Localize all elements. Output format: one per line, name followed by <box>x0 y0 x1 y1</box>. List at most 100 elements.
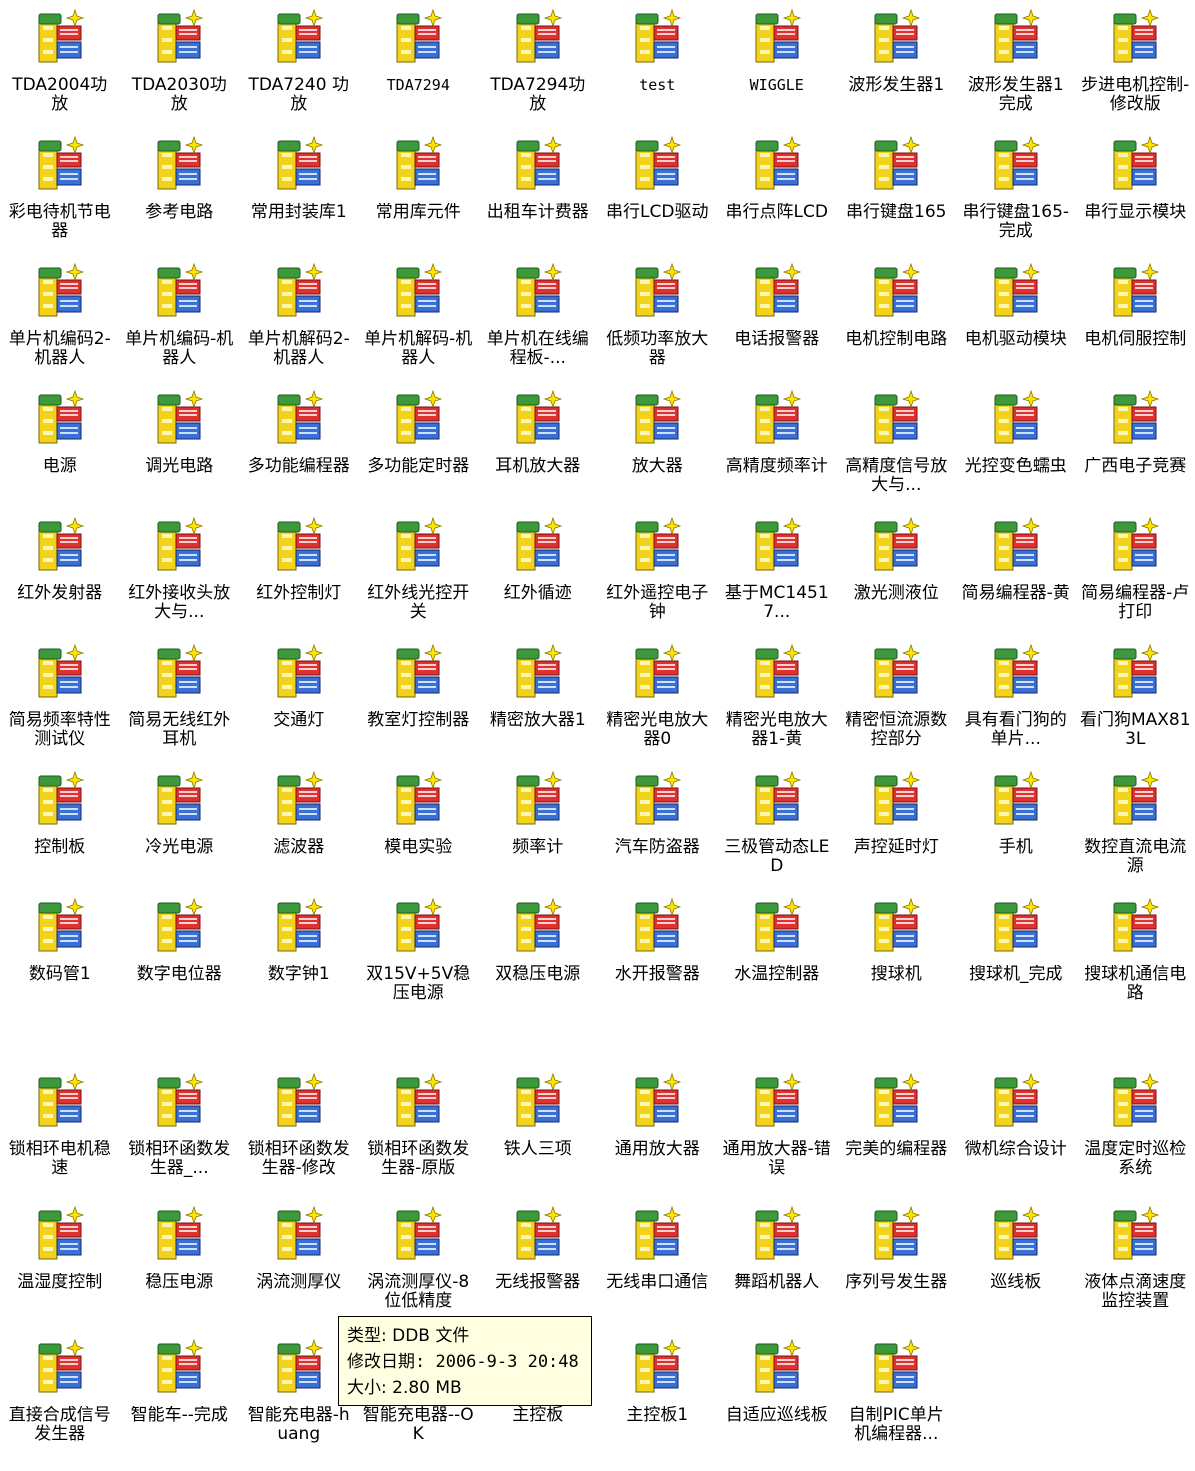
file-item[interactable]: 数字电位器 <box>120 897 240 1024</box>
file-item[interactable]: 高精度信号放大与... <box>837 389 957 516</box>
file-item[interactable]: 无线串口通信 <box>598 1205 718 1338</box>
file-item[interactable]: 通用放大器 <box>598 1072 718 1205</box>
file-item[interactable]: 序列号发生器 <box>837 1205 957 1338</box>
file-item[interactable]: 水开报警器 <box>598 897 718 1024</box>
file-item[interactable]: 红外遥控电子钟 <box>598 516 718 643</box>
file-item[interactable]: 波形发生器1 <box>837 8 957 135</box>
file-item[interactable]: 直接合成信号发生器 <box>0 1338 120 1471</box>
file-item[interactable]: 电源 <box>0 389 120 516</box>
file-item[interactable]: 光控变色蠕虫 <box>956 389 1076 516</box>
file-item[interactable]: 主控板1 <box>598 1338 718 1471</box>
file-item[interactable]: 三极管动态LED <box>717 770 837 897</box>
file-item[interactable]: 激光测液位 <box>837 516 957 643</box>
file-item[interactable]: 锁相环函数发生器-修改 <box>239 1072 359 1205</box>
file-item[interactable]: 交通灯 <box>239 643 359 770</box>
file-item[interactable]: 滤波器 <box>239 770 359 897</box>
file-item[interactable]: WIGGLE <box>717 8 837 135</box>
file-item[interactable]: 多功能编程器 <box>239 389 359 516</box>
file-item[interactable]: 数控直流电流源 <box>1076 770 1195 897</box>
file-item[interactable]: 温湿度控制 <box>0 1205 120 1338</box>
file-item[interactable]: 双稳压电源 <box>478 897 598 1024</box>
file-item[interactable]: 冷光电源 <box>120 770 240 897</box>
file-item[interactable]: 简易编程器-卢打印 <box>1076 516 1195 643</box>
file-item[interactable]: TDA7294功放 <box>478 8 598 135</box>
file-item[interactable]: 频率计 <box>478 770 598 897</box>
file-item[interactable]: 控制板 <box>0 770 120 897</box>
file-item[interactable]: 简易编程器-黄 <box>956 516 1076 643</box>
file-item[interactable]: 通用放大器-错误 <box>717 1072 837 1205</box>
file-item[interactable]: 教室灯控制器 <box>359 643 479 770</box>
file-item[interactable]: 单片机编码-机器人 <box>120 262 240 389</box>
file-item[interactable]: 水温控制器 <box>717 897 837 1024</box>
file-item[interactable]: 舞蹈机器人 <box>717 1205 837 1338</box>
file-item[interactable]: 基于MC14517... <box>717 516 837 643</box>
file-item[interactable]: 步进电机控制-修改版 <box>1076 8 1195 135</box>
file-item[interactable]: 汽车防盗器 <box>598 770 718 897</box>
file-item[interactable]: 具有看门狗的单片... <box>956 643 1076 770</box>
file-item[interactable]: 搜球机通信电路 <box>1076 897 1195 1024</box>
file-item[interactable]: 数字钟1 <box>239 897 359 1024</box>
file-item[interactable]: 微机综合设计 <box>956 1072 1076 1205</box>
file-item[interactable]: 锁相环函数发生器-原版 <box>359 1072 479 1205</box>
file-item[interactable]: 单片机解码2-机器人 <box>239 262 359 389</box>
file-item[interactable]: 低频功率放大器 <box>598 262 718 389</box>
file-item[interactable]: 常用库元件 <box>359 135 479 262</box>
file-item[interactable]: 自适应巡线板 <box>717 1338 837 1471</box>
file-item[interactable]: 搜球机_完成 <box>956 897 1076 1024</box>
file-item[interactable]: 红外线光控开关 <box>359 516 479 643</box>
file-item[interactable]: 串行点阵LCD <box>717 135 837 262</box>
file-item[interactable]: 电机驱动模块 <box>956 262 1076 389</box>
file-item[interactable]: 搜球机 <box>837 897 957 1024</box>
file-item[interactable]: 彩电待机节电器 <box>0 135 120 262</box>
file-item[interactable]: 锁相环函数发生器_... <box>120 1072 240 1205</box>
file-item[interactable]: TDA2004功放 <box>0 8 120 135</box>
file-item[interactable]: 出租车计费器 <box>478 135 598 262</box>
file-item[interactable]: 声控延时灯 <box>837 770 957 897</box>
file-item[interactable]: 温度定时巡检系统 <box>1076 1072 1195 1205</box>
file-item[interactable]: 参考电路 <box>120 135 240 262</box>
file-item[interactable]: 数码管1 <box>0 897 120 1024</box>
file-item[interactable]: 巡线板 <box>956 1205 1076 1338</box>
file-item[interactable]: TDA7294 <box>359 8 479 135</box>
file-item[interactable]: 电机伺服控制 <box>1076 262 1195 389</box>
file-item[interactable]: 完美的编程器 <box>837 1072 957 1205</box>
file-item[interactable]: 单片机解码-机器人 <box>359 262 479 389</box>
file-item[interactable]: 精密恒流源数控部分 <box>837 643 957 770</box>
file-item[interactable]: 电话报警器 <box>717 262 837 389</box>
file-item[interactable]: 看门狗MAX813L <box>1076 643 1195 770</box>
file-item[interactable]: 高精度频率计 <box>717 389 837 516</box>
file-item[interactable]: 串行LCD驱动 <box>598 135 718 262</box>
file-item[interactable]: 精密光电放大器0 <box>598 643 718 770</box>
file-item[interactable]: 串行显示模块 <box>1076 135 1195 262</box>
file-item[interactable]: 稳压电源 <box>120 1205 240 1338</box>
file-item[interactable]: 精密光电放大器1-黄 <box>717 643 837 770</box>
file-item[interactable]: 放大器 <box>598 389 718 516</box>
file-item[interactable]: 红外发射器 <box>0 516 120 643</box>
file-item[interactable]: test <box>598 8 718 135</box>
file-item[interactable]: 精密放大器1 <box>478 643 598 770</box>
file-item[interactable]: 串行键盘165-完成 <box>956 135 1076 262</box>
file-item[interactable]: 常用封装库1 <box>239 135 359 262</box>
file-item[interactable]: 液体点滴速度监控装置 <box>1076 1205 1195 1338</box>
file-item[interactable]: 锁相环电机稳速 <box>0 1072 120 1205</box>
file-item[interactable]: 单片机在线编程板-... <box>478 262 598 389</box>
file-item[interactable]: 红外循迹 <box>478 516 598 643</box>
file-item[interactable]: 铁人三项 <box>478 1072 598 1205</box>
file-item[interactable]: 调光电路 <box>120 389 240 516</box>
file-item[interactable]: 串行键盘165 <box>837 135 957 262</box>
file-item[interactable]: 耳机放大器 <box>478 389 598 516</box>
file-item[interactable]: 简易频率特性测试仪 <box>0 643 120 770</box>
file-item[interactable]: 手机 <box>956 770 1076 897</box>
file-item[interactable]: 智能车--完成 <box>120 1338 240 1471</box>
file-item[interactable]: 波形发生器1完成 <box>956 8 1076 135</box>
file-item[interactable]: TDA2030功放 <box>120 8 240 135</box>
file-item[interactable]: 多功能定时器 <box>359 389 479 516</box>
file-item[interactable]: 红外接收头放大与... <box>120 516 240 643</box>
file-item[interactable]: 双15V+5V稳压电源 <box>359 897 479 1024</box>
file-item[interactable]: 自制PIC单片机编程器... <box>837 1338 957 1471</box>
file-item[interactable]: TDA7240 功放 <box>239 8 359 135</box>
file-item[interactable]: 单片机编码2-机器人 <box>0 262 120 389</box>
file-item[interactable]: 简易无线红外耳机 <box>120 643 240 770</box>
file-item[interactable]: 红外控制灯 <box>239 516 359 643</box>
file-item[interactable]: 广西电子竞赛 <box>1076 389 1195 516</box>
